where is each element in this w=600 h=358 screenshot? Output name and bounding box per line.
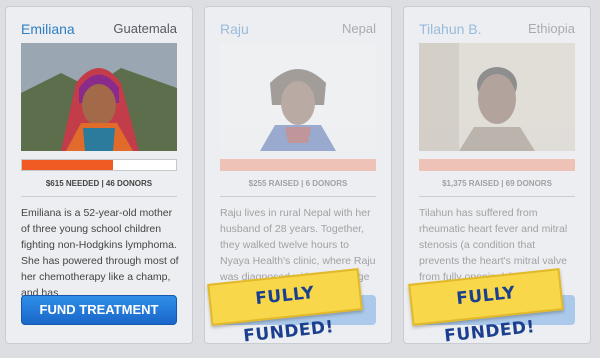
funding-progress-bar xyxy=(419,159,575,171)
patient-description: Emiliana is a 52-year-old mother of thre… xyxy=(21,207,179,299)
funding-stats: $615 NEEDED | 46 DONORS xyxy=(45,179,153,188)
patient-country: Ethiopia xyxy=(528,21,575,36)
divider xyxy=(419,196,575,197)
funding-progress-bar xyxy=(21,159,177,171)
patient-country: Nepal xyxy=(342,21,376,36)
funding-progress-fill xyxy=(220,159,376,171)
patient-photo[interactable] xyxy=(419,43,575,151)
funding-progress-fill xyxy=(22,160,113,170)
divider xyxy=(21,196,177,197)
funding-progress-bar xyxy=(220,159,376,171)
funding-stats: $255 RAISED | 6 DONORS xyxy=(248,179,348,188)
patient-name[interactable]: Tilahun B. xyxy=(419,21,482,37)
patient-country: Guatemala xyxy=(113,21,177,36)
funding-stats: $1,375 RAISED | 69 DONORS xyxy=(442,179,552,188)
patient-name[interactable]: Emiliana xyxy=(21,21,75,37)
divider xyxy=(220,196,376,197)
patient-photo[interactable] xyxy=(21,43,177,151)
patient-card-emiliana[interactable]: Emiliana Guatemala $615 NEEDED | 46 DONO… xyxy=(5,6,193,344)
funding-progress-fill xyxy=(419,159,575,171)
patient-name[interactable]: Raju xyxy=(220,21,249,37)
patient-photo[interactable] xyxy=(220,43,376,151)
fund-treatment-button[interactable]: FUND TREATMENT xyxy=(21,295,177,325)
